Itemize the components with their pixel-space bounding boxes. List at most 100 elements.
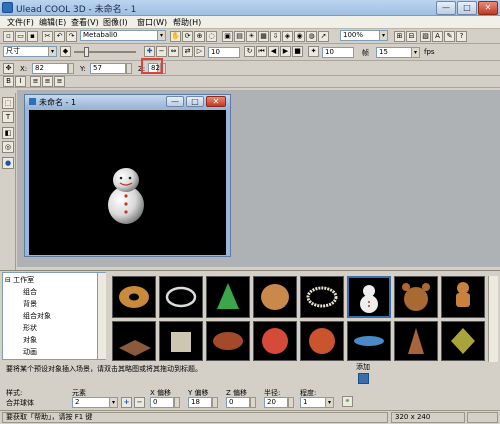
menu-view[interactable]: 查看(V) xyxy=(68,17,102,28)
thumb-sphere[interactable] xyxy=(253,321,297,361)
thumb-scrollbar[interactable] xyxy=(488,276,498,362)
thumb-ball[interactable] xyxy=(300,321,344,361)
thumb-spintop[interactable] xyxy=(441,321,485,361)
degree-combo[interactable]: 1 ▾ xyxy=(300,397,334,408)
thumb-box[interactable] xyxy=(159,321,203,361)
zoom-out-icon[interactable]: ⊟ xyxy=(406,31,417,42)
thumb-shell[interactable] xyxy=(253,276,297,318)
globe-icon[interactable]: ◍ xyxy=(306,31,317,42)
menu-file[interactable]: 文件(F) xyxy=(4,17,37,28)
tree-root[interactable]: ⊟ 工作室 xyxy=(5,275,34,285)
stop-icon[interactable]: ■ xyxy=(292,46,303,57)
prev-frame-icon[interactable]: ◀ xyxy=(268,46,279,57)
close-button[interactable]: ✕ xyxy=(478,1,498,15)
rotate-icon[interactable]: ⟳ xyxy=(182,31,193,42)
undo-icon[interactable]: ↶ xyxy=(54,31,65,42)
x-offset-spinner[interactable] xyxy=(174,397,180,408)
y-spinner[interactable] xyxy=(126,63,132,74)
sphere-tool-icon[interactable]: ● xyxy=(2,157,14,169)
snowman-object[interactable] xyxy=(29,110,226,255)
x-offset-field[interactable]: 0 xyxy=(150,397,174,408)
tree-item[interactable]: 动画 xyxy=(23,347,37,357)
radius-spinner[interactable] xyxy=(288,397,294,408)
align-right-icon[interactable]: ≡ xyxy=(54,76,65,87)
zoom-tool-icon[interactable]: ⊕ xyxy=(194,31,205,42)
text-icon[interactable]: A xyxy=(432,31,443,42)
timeline-thumb[interactable] xyxy=(84,47,89,57)
minimize-button[interactable]: — xyxy=(436,1,456,15)
open-icon[interactable]: ▭ xyxy=(15,31,26,42)
doc-minimize-button[interactable]: — xyxy=(166,96,184,107)
link-icon[interactable]: ⇔ xyxy=(168,46,179,57)
remove-key-icon[interactable]: − xyxy=(156,46,167,57)
align-center-icon[interactable]: ≡ xyxy=(42,76,53,87)
menu-edit[interactable]: 编辑(E) xyxy=(36,17,69,28)
thumb-pearls[interactable] xyxy=(300,276,344,318)
bold-icon[interactable]: B xyxy=(3,76,14,87)
x-coord-field[interactable]: 82 xyxy=(32,63,68,74)
z-offset-spinner[interactable] xyxy=(250,397,256,408)
add-key-icon[interactable]: ✚ xyxy=(144,46,155,57)
radius-field[interactable]: 20 xyxy=(264,397,288,408)
x-spinner[interactable] xyxy=(68,63,74,74)
print-icon[interactable]: ▤ xyxy=(234,31,245,42)
y-offset-field[interactable]: 18 xyxy=(188,397,212,408)
z-offset-field[interactable]: 0 xyxy=(226,397,250,408)
italic-icon[interactable]: I xyxy=(15,76,26,87)
effect-icon[interactable]: ✦ xyxy=(308,46,319,57)
menu-image[interactable]: 图像(I) xyxy=(100,17,131,28)
maximize-button[interactable]: □ xyxy=(457,1,477,15)
shape-tool-icon[interactable]: ◧ xyxy=(2,127,14,139)
palette-icon[interactable]: ▧ xyxy=(420,31,431,42)
hand-icon[interactable]: ✋ xyxy=(170,31,181,42)
thumb-spinner[interactable] xyxy=(347,321,391,361)
y-coord-field[interactable]: 57 xyxy=(90,63,126,74)
next-icon[interactable]: ▷ xyxy=(194,46,205,57)
arrow-icon[interactable]: ➚ xyxy=(318,31,329,42)
size-combo[interactable]: 尺寸 ▾ xyxy=(3,46,57,57)
thumb-cone[interactable] xyxy=(206,276,250,318)
loop-icon[interactable]: ↻ xyxy=(244,46,255,57)
menu-help[interactable]: 帮助(H) xyxy=(170,17,204,28)
first-frame-icon[interactable]: ⏮ xyxy=(256,46,267,57)
doc-maximize-button[interactable]: □ xyxy=(186,96,204,107)
film-icon[interactable]: ▦ xyxy=(258,31,269,42)
keyframe-icon[interactable]: ◆ xyxy=(60,46,71,57)
element-combo[interactable]: 2 ▾ xyxy=(72,397,118,408)
text-tool-icon[interactable]: T xyxy=(2,111,14,123)
light-icon[interactable]: ☀ xyxy=(246,31,257,42)
move-icon[interactable]: ✥ xyxy=(3,63,14,74)
tree-item[interactable]: 形状 xyxy=(23,323,37,333)
render-icon[interactable]: ◈ xyxy=(282,31,293,42)
thumb-football[interactable] xyxy=(206,321,250,361)
cut-icon[interactable]: ✂ xyxy=(42,31,53,42)
fps-combo[interactable]: 15 ▾ xyxy=(376,47,420,58)
menu-window[interactable]: 窗口(W) xyxy=(134,17,170,28)
thumb-slab[interactable] xyxy=(112,321,156,361)
redo-icon[interactable]: ↷ xyxy=(66,31,77,42)
y-offset-spinner[interactable] xyxy=(212,397,218,408)
add-element-icon[interactable]: + xyxy=(121,397,132,408)
thumb-spiral[interactable] xyxy=(394,321,438,361)
thumb-snowman[interactable] xyxy=(347,276,391,318)
frame-field[interactable]: 10 xyxy=(208,47,240,58)
tree-scrollbar[interactable] xyxy=(97,273,106,359)
remove-element-icon[interactable]: − xyxy=(134,397,145,408)
tree-item[interactable]: 组合对象 xyxy=(23,311,51,321)
tree-item[interactable]: 背景 xyxy=(23,299,37,309)
lasso-icon[interactable]: ◌ xyxy=(206,31,217,42)
zoom-combo[interactable]: 100% ▾ xyxy=(340,30,388,41)
font-combo[interactable]: Metaball0 ▾ xyxy=(80,30,166,41)
thumb-bear[interactable] xyxy=(394,276,438,318)
thumb-gingerbread[interactable] xyxy=(441,276,485,318)
thumb-ring[interactable] xyxy=(159,276,203,318)
add-button[interactable]: 添加 xyxy=(356,362,370,384)
apply-icon[interactable]: ⚭ xyxy=(342,396,353,407)
camera-icon[interactable]: ▣ xyxy=(222,31,233,42)
bulb-icon[interactable]: ◉ xyxy=(294,31,305,42)
thumb-donut[interactable] xyxy=(112,276,156,318)
export-icon[interactable]: ⇩ xyxy=(270,31,281,42)
frame-count-field[interactable]: 10 xyxy=(322,47,354,58)
new-icon[interactable]: ▫ xyxy=(3,31,14,42)
tree-item[interactable]: 组合 xyxy=(23,287,37,297)
